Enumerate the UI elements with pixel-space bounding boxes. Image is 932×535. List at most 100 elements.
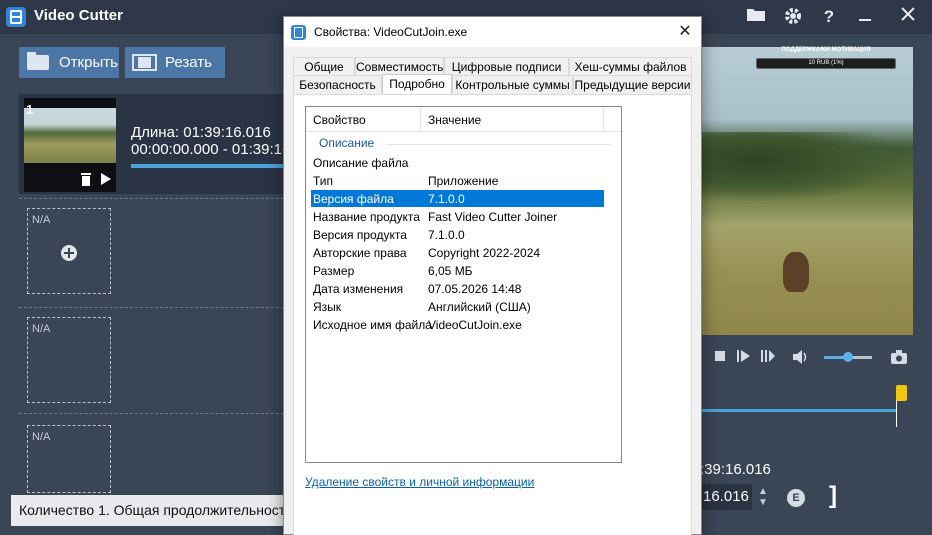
status-bar: Количество 1. Общая продолжительность	[11, 495, 296, 526]
timeline-end-marker[interactable]	[896, 385, 907, 401]
set-end-button[interactable]: E	[787, 489, 805, 507]
empty-clip-slot[interactable]: N/A	[27, 208, 111, 294]
volume-icon[interactable]	[792, 349, 810, 367]
camera-icon[interactable]	[890, 349, 908, 367]
property-name: Авторские права	[313, 246, 407, 260]
column-property[interactable]: Свойство	[313, 113, 366, 127]
tab-details[interactable]: Подробно	[382, 74, 452, 94]
folder-open-icon	[27, 52, 49, 70]
property-value: Английский (США)	[428, 300, 531, 314]
time-spinner[interactable]: ▲ ▼	[756, 486, 770, 510]
property-name: Дата изменения	[313, 282, 404, 296]
property-row[interactable]: Название продукта Fast Video Cutter Join…	[311, 208, 604, 225]
video-overlay-bar: 10 RUB (1%)	[756, 58, 896, 69]
stop-icon[interactable]	[711, 349, 729, 367]
group-description: Описание	[319, 136, 375, 150]
property-name: Исходное имя файла	[313, 318, 432, 332]
clip-thumbnail-image	[24, 108, 116, 163]
property-value: VideoCutJoin.exe	[428, 318, 522, 332]
property-row[interactable]: Описание файла	[311, 154, 604, 171]
trash-icon[interactable]	[80, 172, 92, 186]
property-value: 07.05.2026 14:48	[428, 282, 522, 296]
property-name: Версия файла	[313, 192, 394, 206]
clip-item[interactable]: 1 Длина: 01:39:16.016 00:00:00.000 - 01:…	[19, 94, 304, 194]
empty-clip-slot[interactable]: N/A	[27, 425, 111, 493]
property-value: 7.1.0.0	[428, 228, 465, 242]
property-row[interactable]: Тип Приложение	[311, 172, 604, 189]
property-row[interactable]: Авторские права Copyright 2022-2024	[311, 244, 604, 261]
property-row-selected[interactable]: Версия файла 7.1.0.0	[311, 190, 604, 207]
property-name: Размер	[313, 264, 355, 278]
minimize-icon[interactable]	[854, 6, 876, 28]
help-icon[interactable]: ?	[818, 6, 840, 28]
spinner-down-icon[interactable]: ▼	[756, 497, 770, 508]
video-preview[interactable]	[690, 47, 913, 335]
divider	[19, 413, 299, 414]
empty-slot-label: N/A	[32, 214, 51, 226]
folder-icon[interactable]	[745, 6, 767, 28]
properties-dialog: Свойства: VideoCutJoin.exe ✕ Общие Совме…	[283, 16, 702, 535]
add-icon[interactable]	[61, 245, 77, 261]
spinner-up-icon[interactable]: ▲	[756, 486, 770, 497]
gear-icon[interactable]	[782, 6, 804, 28]
property-value: 7.1.0.0	[428, 192, 465, 206]
property-row[interactable]: Исходное имя файла VideoCutJoin.exe	[311, 316, 604, 333]
mark-end-bracket-button[interactable]: ]	[829, 482, 837, 510]
property-name: Версия продукта	[313, 228, 407, 242]
timeline-track[interactable]	[697, 409, 897, 412]
dialog-app-icon	[291, 25, 306, 40]
property-value: Copyright 2022-2024	[428, 246, 541, 260]
property-value: 6,05 МБ	[428, 264, 473, 278]
step-forward-icon[interactable]	[735, 349, 753, 367]
tab-previous-versions[interactable]: Предыдущие версии	[573, 75, 692, 93]
cut-button-label: Резать	[165, 54, 212, 71]
dialog-titlebar: Свойства: VideoCutJoin.exe ✕	[284, 17, 701, 47]
column-divider[interactable]	[603, 107, 604, 132]
column-divider[interactable]	[420, 107, 421, 132]
video-frame-animal	[783, 252, 809, 292]
open-button-label: Открыть	[59, 54, 118, 71]
property-value: Fast Video Cutter Joiner	[428, 210, 558, 224]
tab-security[interactable]: Безопасность	[293, 75, 382, 93]
divider	[19, 307, 299, 308]
open-button[interactable]: Открыть	[19, 47, 119, 78]
play-icon[interactable]	[100, 172, 112, 186]
property-name: Описание файла	[313, 156, 409, 170]
app-title: Video Cutter	[34, 7, 123, 24]
remove-properties-link[interactable]: Удаление свойств и личной информации	[305, 475, 534, 489]
tab-file-hashes[interactable]: Хеш-суммы файлов	[569, 57, 692, 75]
column-value[interactable]: Значение	[428, 113, 481, 127]
tab-compatibility[interactable]: Совместимость	[355, 57, 444, 75]
properties-list[interactable]: Свойство Значение Описание Описание файл…	[305, 106, 622, 463]
cut-button[interactable]: Резать	[125, 47, 225, 78]
property-name: Тип	[313, 174, 334, 188]
clip-progress-bar	[131, 164, 304, 168]
group-divider	[386, 144, 611, 145]
app-logo-icon	[6, 7, 26, 27]
tab-digital-signatures[interactable]: Цифровые подписи	[444, 57, 569, 75]
timeline-playhead	[896, 400, 897, 427]
volume-slider-handle[interactable]	[843, 352, 853, 362]
end-time-input[interactable]: 16.016	[700, 484, 752, 510]
tab-checksums[interactable]: Контрольные суммы	[452, 75, 573, 93]
property-row[interactable]: Дата изменения 07.05.2026 14:48	[311, 280, 604, 297]
close-icon[interactable]	[897, 6, 919, 28]
divider	[19, 198, 299, 199]
property-name: Название продукта	[313, 210, 420, 224]
clip-index: 1	[26, 102, 34, 117]
property-row[interactable]: Размер 6,05 МБ	[311, 262, 604, 279]
property-row[interactable]: Версия продукта 7.1.0.0	[311, 226, 604, 243]
clip-range: 00:00:00.000 - 01:39:16	[131, 141, 291, 158]
property-row[interactable]: Язык Английский (США)	[311, 298, 604, 315]
clip-duration: Длина: 01:39:16.016	[131, 124, 271, 141]
empty-clip-slot[interactable]: N/A	[27, 317, 111, 403]
film-icon	[132, 54, 157, 71]
property-value: Приложение	[428, 174, 499, 188]
next-frame-icon[interactable]	[759, 349, 777, 367]
property-name: Язык	[313, 300, 342, 314]
clip-thumbnail[interactable]: 1	[24, 98, 116, 192]
tab-general[interactable]: Общие	[293, 57, 355, 75]
dialog-close-icon[interactable]: ✕	[674, 21, 696, 43]
video-frame-trees	[690, 132, 913, 202]
properties-list-header: Свойство Значение	[306, 107, 621, 132]
